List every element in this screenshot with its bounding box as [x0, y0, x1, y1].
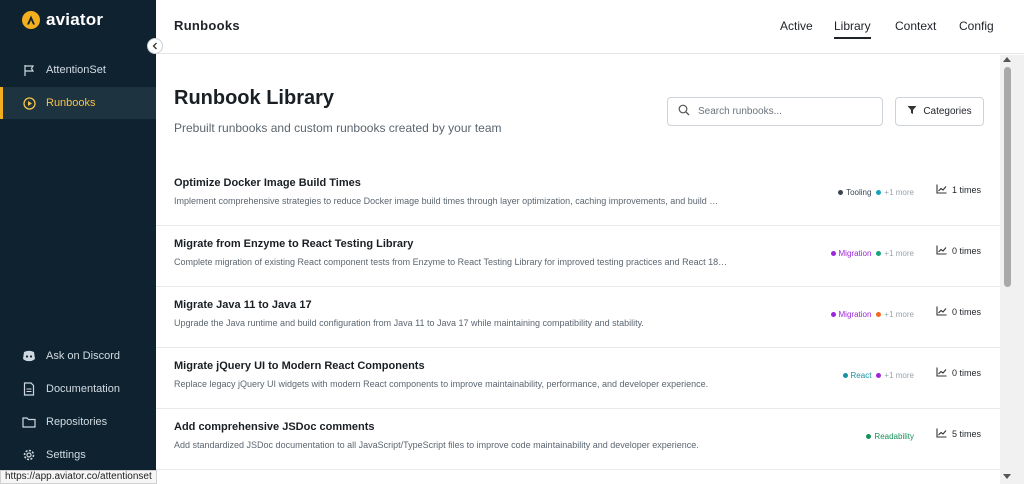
- sidebar-item-label: Repositories: [46, 416, 108, 428]
- gear-icon: [22, 448, 36, 462]
- categories-button[interactable]: Categories: [895, 97, 984, 126]
- runbook-row[interactable]: Migrate from Enzyme to React Testing Lib…: [156, 226, 1000, 287]
- usage-count: 0 times: [936, 245, 981, 257]
- sidebar-item-label: Documentation: [46, 383, 120, 395]
- sidebar-item-label: Ask on Discord: [46, 350, 120, 362]
- line-chart-icon: [936, 428, 947, 440]
- runbook-row[interactable]: Migrate jQuery UI to Modern React Compon…: [156, 348, 1000, 409]
- search-box[interactable]: [667, 97, 883, 126]
- flag-icon: [22, 63, 36, 77]
- usage-count: 0 times: [936, 306, 981, 318]
- runbook-tags: Readability: [866, 429, 914, 443]
- runbook-title: Migrate Java 11 to Java 17: [174, 299, 312, 311]
- usage-count: 5 times: [936, 428, 981, 440]
- runbook-row[interactable]: Migrate Java 11 to Java 17 Upgrade the J…: [156, 287, 1000, 348]
- tag-dot-icon: [876, 189, 882, 195]
- runbook-description: Implement comprehensive strategies to re…: [174, 196, 719, 206]
- scroll-down-arrow-icon[interactable]: [1003, 474, 1011, 479]
- runbook-tags: Migration +1 more: [830, 246, 914, 260]
- discord-icon: [22, 349, 36, 363]
- play-circle-icon: [22, 96, 36, 110]
- tab-config[interactable]: Config: [959, 19, 994, 37]
- line-chart-icon: [936, 184, 947, 196]
- runbook-title: Add comprehensive JSDoc comments: [174, 421, 375, 433]
- sidebar-item-ask-on-discord[interactable]: Ask on Discord: [0, 340, 156, 372]
- scroll-up-arrow-icon[interactable]: [1003, 57, 1011, 62]
- tag-dot-icon: [838, 189, 844, 195]
- categories-label: Categories: [923, 106, 972, 117]
- vertical-scrollbar[interactable]: [1000, 55, 1024, 484]
- page-subtitle: Prebuilt runbooks and custom runbooks cr…: [174, 121, 502, 135]
- sidebar-item-runbooks[interactable]: Runbooks: [0, 87, 156, 119]
- more-tags: +1 more: [876, 188, 914, 197]
- line-chart-icon: [936, 367, 947, 379]
- brand-name: aviator: [46, 10, 104, 29]
- runbook-title: Migrate from Enzyme to React Testing Lib…: [174, 238, 414, 250]
- runbook-tags: React +1 more: [842, 368, 914, 382]
- category-tag: Readability: [866, 432, 914, 441]
- sidebar-item-label: AttentionSet: [46, 64, 106, 76]
- runbook-row[interactable]: Optimize Docker Image Build Times Implem…: [156, 165, 1000, 226]
- aviator-logo-icon: [22, 11, 40, 29]
- sidebar-item-repositories[interactable]: Repositories: [0, 406, 156, 438]
- status-bar-url: https://app.aviator.co/attentionset: [0, 470, 157, 484]
- runbook-row[interactable]: Add comprehensive JSDoc comments Add sta…: [156, 409, 1000, 470]
- sidebar-item-label: Runbooks: [46, 97, 96, 109]
- chevron-left-icon: [151, 37, 159, 55]
- tag-dot-icon: [830, 250, 836, 256]
- sidebar-item-label: Settings: [46, 449, 86, 461]
- runbook-description: Replace legacy jQuery UI widgets with mo…: [174, 379, 709, 389]
- tag-dot-icon: [866, 433, 872, 439]
- search-input[interactable]: [698, 106, 868, 117]
- runbook-tags: Tooling +1 more: [838, 185, 914, 199]
- tab-active[interactable]: Active: [780, 19, 813, 37]
- document-icon: [22, 382, 36, 396]
- line-chart-icon: [936, 245, 947, 257]
- runbook-description: Add standardized JSDoc documentation to …: [174, 440, 699, 450]
- runbook-description: Upgrade the Java runtime and build confi…: [174, 318, 644, 328]
- scroll-thumb[interactable]: [1004, 67, 1011, 287]
- usage-count: 0 times: [936, 367, 981, 379]
- tab-context[interactable]: Context: [895, 19, 936, 37]
- collapse-sidebar-button[interactable]: [147, 38, 163, 54]
- line-chart-icon: [936, 306, 947, 318]
- page-header-title: Runbooks: [174, 18, 240, 33]
- tag-dot-icon: [842, 372, 848, 378]
- category-tag: Migration: [830, 249, 871, 258]
- sidebar: aviator AttentionSet Runbooks Ask on Dis…: [0, 0, 156, 484]
- usage-count: 1 times: [936, 184, 981, 196]
- sidebar-item-attentionset[interactable]: AttentionSet: [0, 54, 156, 86]
- sidebar-item-settings[interactable]: Settings: [0, 439, 156, 471]
- folder-icon: [22, 415, 36, 429]
- tag-dot-icon: [876, 311, 882, 317]
- more-tags: +1 more: [876, 249, 914, 258]
- category-tag: Migration: [830, 310, 871, 319]
- tab-library[interactable]: Library: [834, 19, 871, 39]
- category-tag: React: [842, 371, 871, 380]
- runbook-description: Complete migration of existing React com…: [174, 257, 728, 267]
- top-bar: Runbooks Active Library Context Config: [156, 0, 1024, 54]
- runbook-tags: Migration +1 more: [830, 307, 914, 321]
- runbook-title: Migrate jQuery UI to Modern React Compon…: [174, 360, 425, 372]
- search-icon: [678, 103, 690, 121]
- more-tags: +1 more: [876, 310, 914, 319]
- filter-icon: [907, 105, 917, 118]
- brand-logo[interactable]: aviator: [22, 10, 103, 30]
- sidebar-item-documentation[interactable]: Documentation: [0, 373, 156, 405]
- more-tags: +1 more: [876, 371, 914, 380]
- runbook-title: Optimize Docker Image Build Times: [174, 177, 361, 189]
- category-tag: Tooling: [838, 188, 871, 197]
- main-content: Runbook Library Prebuilt runbooks and cu…: [156, 55, 1000, 484]
- tag-dot-icon: [830, 311, 836, 317]
- page-title: Runbook Library: [174, 87, 335, 109]
- tag-dot-icon: [876, 372, 882, 378]
- tag-dot-icon: [876, 250, 882, 256]
